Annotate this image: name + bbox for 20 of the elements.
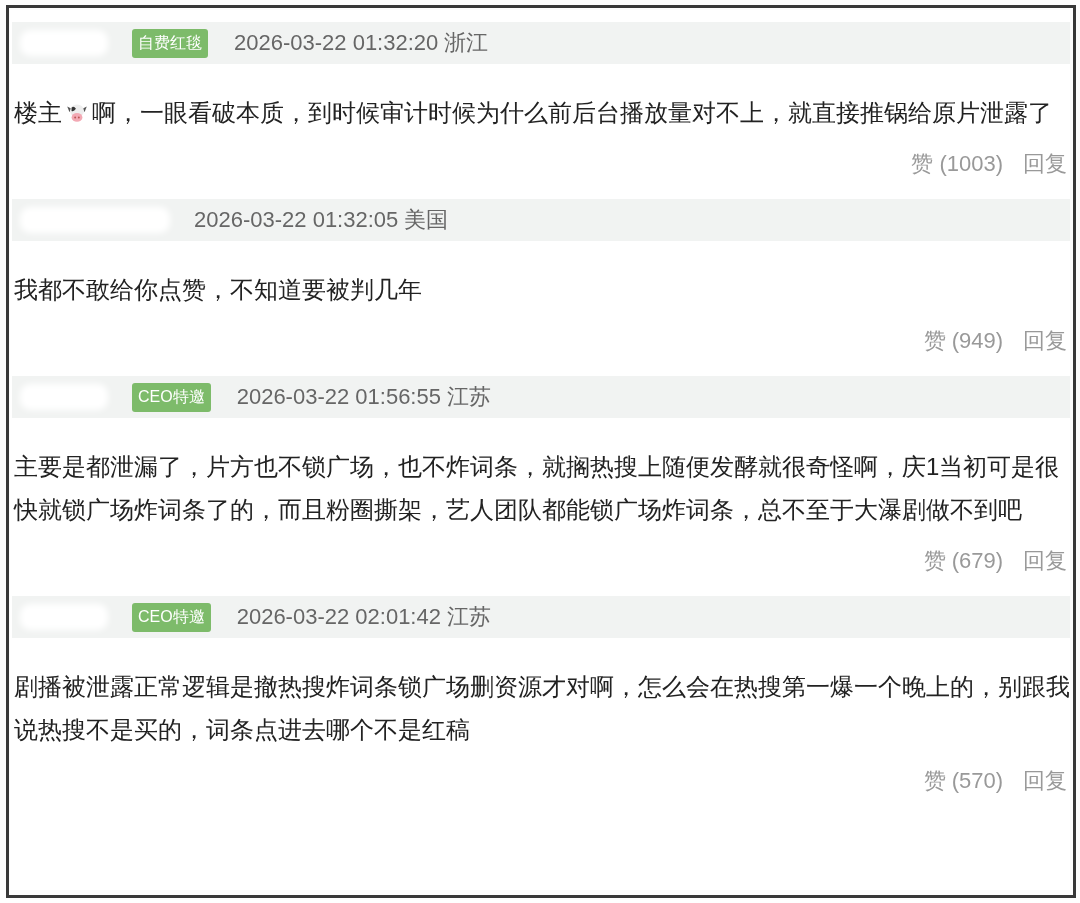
comment-text: 主要是都泄漏了，片方也不锁广场，也不炸词条，就搁热搜上随便发酵就很奇怪啊，庆1当初可是很快就锁广场炸词条了的，而且粉圈撕架，艺人团队都能锁广场炸词条，总不至于大瀑剧做不到吧 [14, 453, 1060, 523]
user-badge: CEO特邀 [132, 382, 211, 412]
like-link[interactable]: 赞 (679) [923, 546, 1003, 576]
timestamp: 2026-03-22 02:01:42 江苏 [236, 603, 492, 631]
comment-text: 啊，一眼看破本质，到时候审计时候为什么前后台播放量对不上，就直接推锅给原片泄露了 [92, 99, 1052, 126]
reply-link[interactable]: 回复 [1023, 149, 1067, 179]
timestamp: 2026-03-22 01:56:55 江苏 [236, 383, 492, 411]
reply-link[interactable]: 回复 [1023, 766, 1067, 796]
like-link[interactable]: 赞 (1003) [911, 149, 1003, 179]
timestamp: 2026-03-22 01:32:20 浙江 [234, 29, 489, 57]
like-link[interactable]: 赞 (570) [923, 766, 1003, 796]
timestamp: 2026-03-22 01:32:05 美国 [194, 206, 449, 234]
comment-text: 楼主 [14, 99, 62, 126]
reply-link[interactable]: 回复 [1023, 326, 1067, 356]
comment-text: 剧播被泄露正常逻辑是撤热搜炸词条锁广场删资源才对啊，怎么会在热搜第一爆一个晚上的，别跟我说热搜不是买的，词条点进去哪个不是红稿 [14, 673, 1070, 743]
like-link[interactable]: 赞 (949) [923, 326, 1003, 356]
comment-text: 我都不敢给你点赞，不知道要被判几年 [14, 276, 422, 303]
user-badge: 自费红毯 [132, 28, 208, 58]
user-badge: CEO特邀 [132, 602, 211, 632]
reply-link[interactable]: 回复 [1023, 546, 1067, 576]
